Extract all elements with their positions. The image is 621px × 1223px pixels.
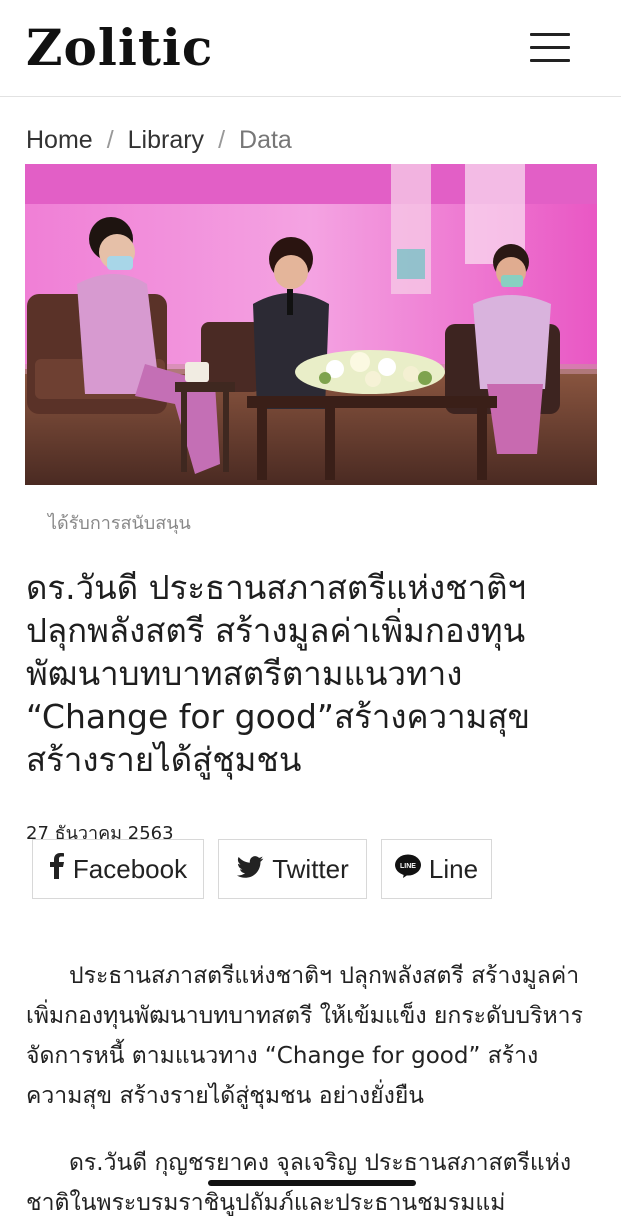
line-icon: LINE bbox=[394, 854, 421, 885]
title-line: ปลุกพลังสตรี สร้างมูลค่าเพิ่มกองทุน bbox=[26, 611, 526, 650]
hamburger-menu-icon[interactable] bbox=[526, 30, 572, 66]
title-line: “Change for good”สร้างความสุข bbox=[26, 697, 531, 736]
share-line-label: Line bbox=[428, 853, 479, 884]
share-line-button[interactable]: LINE Line bbox=[381, 839, 492, 899]
facebook-icon bbox=[49, 852, 65, 886]
breadcrumb-separator: / bbox=[218, 126, 226, 154]
share-twitter-button[interactable]: Twitter bbox=[218, 839, 367, 899]
line-icon-text: LINE bbox=[400, 863, 416, 870]
hero-image bbox=[25, 164, 597, 485]
site-logo[interactable]: Zolitic bbox=[26, 18, 213, 78]
article-paragraph: ประธานสภาสตรีแห่งชาติฯ ปลุกพลังสตรี สร้า… bbox=[26, 963, 583, 1109]
breadcrumb-separator: / bbox=[106, 126, 114, 154]
breadcrumb: Home / Library / Data bbox=[26, 126, 292, 155]
article-title: ดร.วันดี ประธานสภาสตรีแห่งชาติฯ ปลุกพลัง… bbox=[26, 566, 606, 781]
title-line: พัฒนาบทบาทสตรีตามแนวทาง bbox=[26, 654, 463, 693]
share-facebook-label: Facebook bbox=[72, 853, 188, 884]
image-caption: ได้รับการสนับสนุน bbox=[48, 513, 191, 534]
share-facebook-button[interactable]: Facebook bbox=[32, 839, 204, 899]
title-line: ดร.วันดี ประธานสภาสตรีแห่งชาติฯ bbox=[26, 568, 527, 607]
share-twitter-label: Twitter bbox=[272, 853, 349, 884]
title-line: สร้างรายได้สู่ชุมชน bbox=[26, 740, 302, 779]
twitter-icon bbox=[236, 854, 264, 885]
breadcrumb-library[interactable]: Library bbox=[128, 126, 204, 154]
breadcrumb-home[interactable]: Home bbox=[26, 126, 93, 154]
site-header: Zolitic bbox=[0, 0, 621, 97]
breadcrumb-current: Data bbox=[239, 126, 292, 154]
home-indicator bbox=[208, 1180, 416, 1186]
